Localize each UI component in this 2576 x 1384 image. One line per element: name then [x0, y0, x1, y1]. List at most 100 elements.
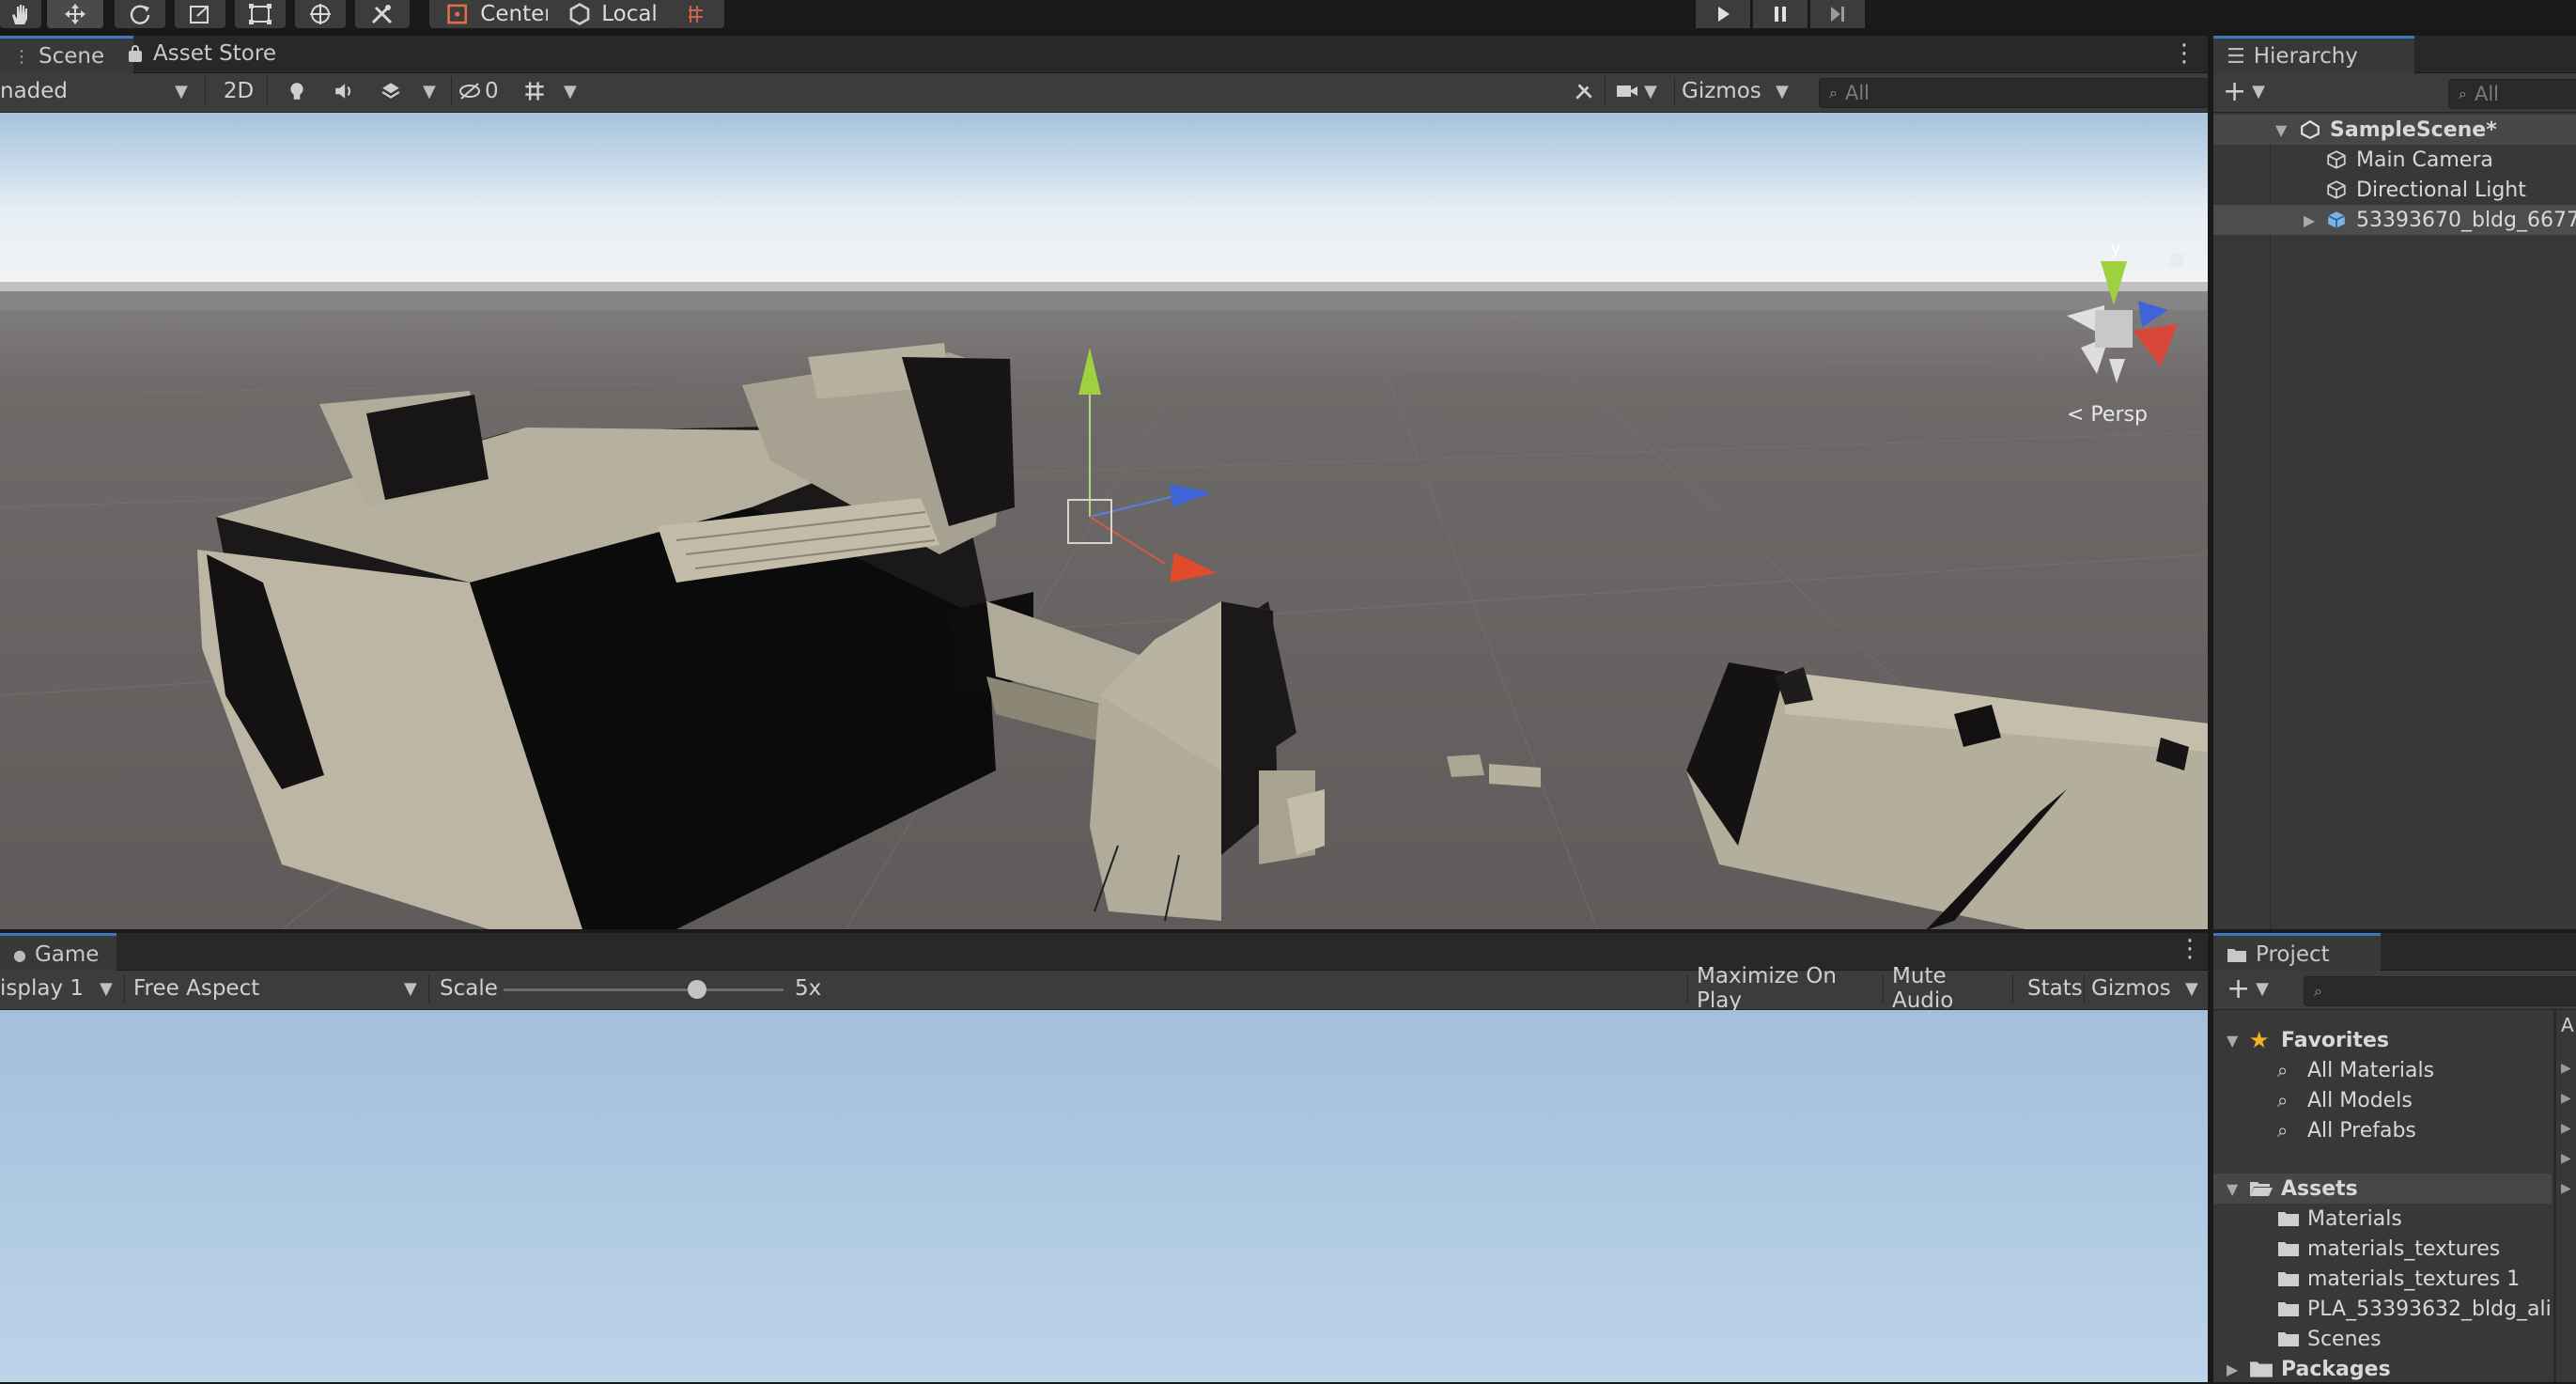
aspect-dropdown[interactable]: Free Aspect ▼: [133, 971, 427, 1006]
hierarchy-scene-row[interactable]: ▼ SampleScene*: [2213, 115, 2576, 145]
mute-audio-button[interactable]: Mute Audio: [1892, 964, 2010, 1013]
prefab-cube-icon: [2327, 211, 2346, 228]
chevron-down-icon: ▼: [423, 81, 436, 101]
favorite-item-all-models[interactable]: ⌕ All Models: [2213, 1085, 2552, 1115]
search-icon: ⌕: [2277, 1119, 2289, 1142]
project-tab-bar: Project: [2213, 929, 2576, 973]
lock-icon[interactable]: [2170, 254, 2183, 267]
expand-down-icon: ▼: [2227, 1179, 2239, 1198]
hierarchy-item-main-camera[interactable]: Main Camera: [2213, 145, 2576, 175]
scale-slider-thumb[interactable]: [687, 980, 706, 999]
hierarchy-search-placeholder: All: [2474, 83, 2500, 105]
tab-asset-store[interactable]: Asset Store: [113, 36, 327, 71]
scene-search-input[interactable]: ⌕ All: [1819, 78, 2213, 108]
draw-mode-label: naded: [0, 79, 69, 103]
play-button[interactable]: [1696, 0, 1750, 28]
scale-tool-button[interactable]: [175, 0, 225, 28]
folder-icon: [2278, 1242, 2299, 1256]
project-search-input[interactable]: ⌕: [2304, 976, 2576, 1006]
packages-header[interactable]: ▶ Packages: [2213, 1354, 2552, 1384]
search-icon: ⌕: [2314, 982, 2322, 1000]
small-block: [1489, 764, 1541, 787]
effects-toggle[interactable]: [374, 73, 408, 109]
grid-snap-icon: [689, 6, 703, 23]
toggle-2d-button[interactable]: 2D: [218, 73, 259, 109]
hand-tool-button[interactable]: [0, 0, 41, 28]
favorites-header[interactable]: ▼ ★ Favorites: [2213, 1025, 2552, 1055]
assets-header[interactable]: ▼ Assets: [2213, 1174, 2552, 1204]
scale-label: Scale: [440, 976, 498, 1001]
scale-slider[interactable]: [504, 980, 784, 999]
grid-dropdown[interactable]: ▼: [564, 73, 586, 109]
pause-button[interactable]: [1753, 0, 1808, 28]
draw-mode-dropdown[interactable]: naded ▼: [0, 73, 199, 109]
lighting-toggle[interactable]: [280, 73, 314, 109]
step-button[interactable]: [1810, 0, 1865, 28]
display-dropdown[interactable]: isplay 1 ▼: [0, 971, 120, 1006]
favorites-label: Favorites: [2281, 1028, 2389, 1052]
grid-toggle[interactable]: [519, 73, 551, 109]
hidden-objects-toggle[interactable]: 0: [458, 73, 507, 109]
move-tool-button[interactable]: [47, 0, 103, 28]
chevron-down-icon: ▼: [175, 81, 188, 101]
gizmos-dropdown[interactable]: ▼: [1776, 73, 1798, 109]
persp-label[interactable]: < Persp: [2067, 403, 2148, 427]
stats-button[interactable]: Stats: [2027, 971, 2083, 1006]
project-tree: A ▶ ▶ ▶ ▶ ▶ ▼ ★ Favorites ⌕ All Materials ⌕ …: [2213, 1010, 2576, 1382]
scene-panel-menu-icon[interactable]: ⋮: [2172, 39, 2196, 68]
project-add-button[interactable]: + ▼: [2227, 971, 2273, 1006]
game-gizmos-dropdown[interactable]: ▼: [2185, 971, 2208, 1006]
tab-scene-label: Scene: [39, 44, 105, 69]
gizmos-button[interactable]: Gizmos: [1682, 73, 1761, 109]
rotate-tool-button[interactable]: [115, 0, 165, 28]
expand-right-icon: ▶: [2304, 210, 2316, 229]
chevron-down-icon: ▼: [404, 978, 417, 999]
asset-folder-label: materials_textures 1: [2307, 1267, 2521, 1291]
favorite-item-all-materials[interactable]: ⌕ All Materials: [2213, 1055, 2552, 1085]
project-splitter[interactable]: [2553, 1010, 2556, 1382]
hierarchy-toolbar: + ▼ ⌕ All: [2213, 73, 2576, 113]
rotate-icon: [130, 5, 150, 24]
folder-icon: [2278, 1212, 2299, 1226]
tab-game[interactable]: ● Game: [0, 933, 116, 973]
tab-project[interactable]: Project: [2213, 933, 2381, 973]
asset-folder-scenes[interactable]: Scenes: [2213, 1324, 2552, 1354]
folder-open-icon: [2250, 1182, 2273, 1196]
asset-folder-pla[interactable]: PLA_53393632_bldg_alir: [2213, 1294, 2552, 1324]
game-viewport[interactable]: [0, 1010, 2210, 1382]
hierarchy-item-building[interactable]: ▶ 53393670_bldg_6677: [2213, 205, 2576, 235]
favorite-item-all-prefabs[interactable]: ⌕ All Prefabs: [2213, 1115, 2552, 1145]
favorite-item-label: All Materials: [2307, 1058, 2435, 1082]
asset-folder-materials-textures[interactable]: materials_textures: [2213, 1234, 2552, 1264]
hierarchy-item-directional-light[interactable]: Directional Light: [2213, 175, 2576, 205]
camera-settings-button[interactable]: ▼: [1616, 73, 1670, 109]
effects-dropdown[interactable]: ▼: [423, 73, 445, 109]
game-panel-menu-icon[interactable]: ⋮: [2178, 935, 2202, 967]
tab-hierarchy[interactable]: ☰ Hierarchy: [2213, 36, 2414, 74]
rect-transform-icon: [249, 4, 272, 24]
hierarchy-search-input[interactable]: ⌕ All: [2448, 79, 2576, 109]
rect-tool-button[interactable]: [235, 0, 286, 28]
grid-snap-button[interactable]: [672, 0, 724, 28]
hierarchy-item-label: Main Camera: [2356, 148, 2493, 172]
asset-folder-materials[interactable]: Materials: [2213, 1204, 2552, 1234]
game-gizmos-button[interactable]: Gizmos: [2091, 971, 2172, 1006]
favorite-item-label: All Models: [2307, 1088, 2413, 1112]
audio-toggle[interactable]: [327, 73, 361, 109]
folder-icon: [2278, 1302, 2299, 1316]
chevron-down-icon: ▼: [2256, 978, 2269, 999]
hierarchy-add-button[interactable]: + ▼: [2223, 73, 2270, 109]
maximize-on-play-button[interactable]: Maximize On Play: [1697, 964, 1881, 1013]
pivot-space-button[interactable]: Local: [548, 0, 675, 28]
tools-overlay-button[interactable]: [1567, 73, 1601, 109]
custom-tool-button[interactable]: [355, 0, 410, 28]
asset-folder-materials-textures-1[interactable]: materials_textures 1: [2213, 1264, 2552, 1294]
expand-down-icon: ▼: [2227, 1031, 2239, 1050]
scene-viewport[interactable]: y < Persp: [0, 113, 2208, 929]
gizmos-label: Gizmos: [1682, 79, 1761, 103]
tab-game-label: Game: [34, 942, 100, 967]
favorite-item-label: All Prefabs: [2307, 1118, 2416, 1143]
packages-label: Packages: [2281, 1357, 2391, 1381]
transform-tool-button[interactable]: [295, 0, 346, 28]
expand-right-icon: ▶: [2227, 1360, 2239, 1378]
